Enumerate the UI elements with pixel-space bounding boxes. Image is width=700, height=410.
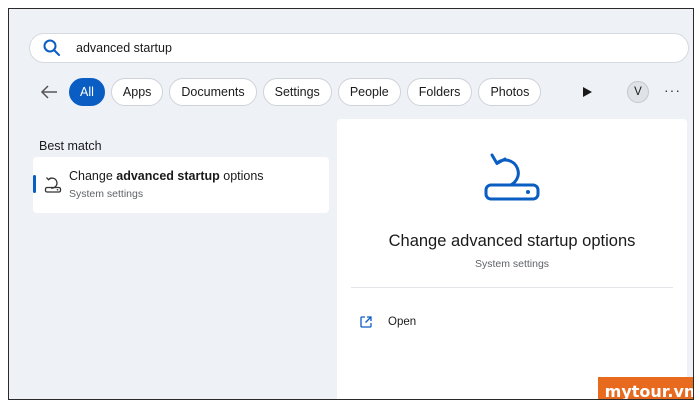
back-arrow-icon[interactable]: [37, 80, 61, 104]
detail-title: Change advanced startup options: [388, 232, 636, 250]
recovery-icon: [480, 149, 544, 207]
divider: [351, 287, 673, 288]
filter-chip-documents[interactable]: Documents: [169, 78, 257, 106]
ellipsis-icon[interactable]: ···: [664, 82, 681, 98]
user-avatar[interactable]: V: [627, 81, 649, 103]
detail-panel: Change advanced startup options System s…: [337, 119, 687, 399]
selection-indicator: [33, 175, 36, 193]
search-icon: [42, 38, 62, 58]
open-action[interactable]: Open: [359, 315, 416, 329]
filter-chip-photos[interactable]: Photos: [478, 78, 542, 106]
search-input[interactable]: advanced startup: [76, 41, 172, 55]
open-label: Open: [388, 316, 417, 328]
filter-chip-folders[interactable]: Folders: [406, 78, 473, 106]
play-arrow-icon[interactable]: [580, 85, 594, 99]
filter-chip-all[interactable]: All: [69, 78, 105, 106]
start-search-window: advanced startup All Apps Documents Sett…: [8, 8, 694, 400]
detail-subtitle: System settings: [474, 258, 550, 270]
result-title: Change advanced startup options: [69, 169, 264, 183]
filter-chip-settings[interactable]: Settings: [262, 78, 332, 106]
watermark-logo: mytour.vn: [598, 377, 693, 399]
filter-bar: All Apps Documents Settings People Folde…: [37, 78, 547, 106]
filter-chip-people[interactable]: People: [337, 78, 401, 106]
best-match-heading: Best match: [39, 139, 102, 153]
result-item[interactable]: Change advanced startup options System s…: [33, 157, 329, 213]
recovery-icon: [43, 175, 63, 195]
open-external-icon: [359, 315, 373, 329]
search-box[interactable]: advanced startup: [29, 33, 689, 63]
filter-chip-apps[interactable]: Apps: [110, 78, 164, 106]
result-subtitle: System settings: [69, 188, 144, 200]
